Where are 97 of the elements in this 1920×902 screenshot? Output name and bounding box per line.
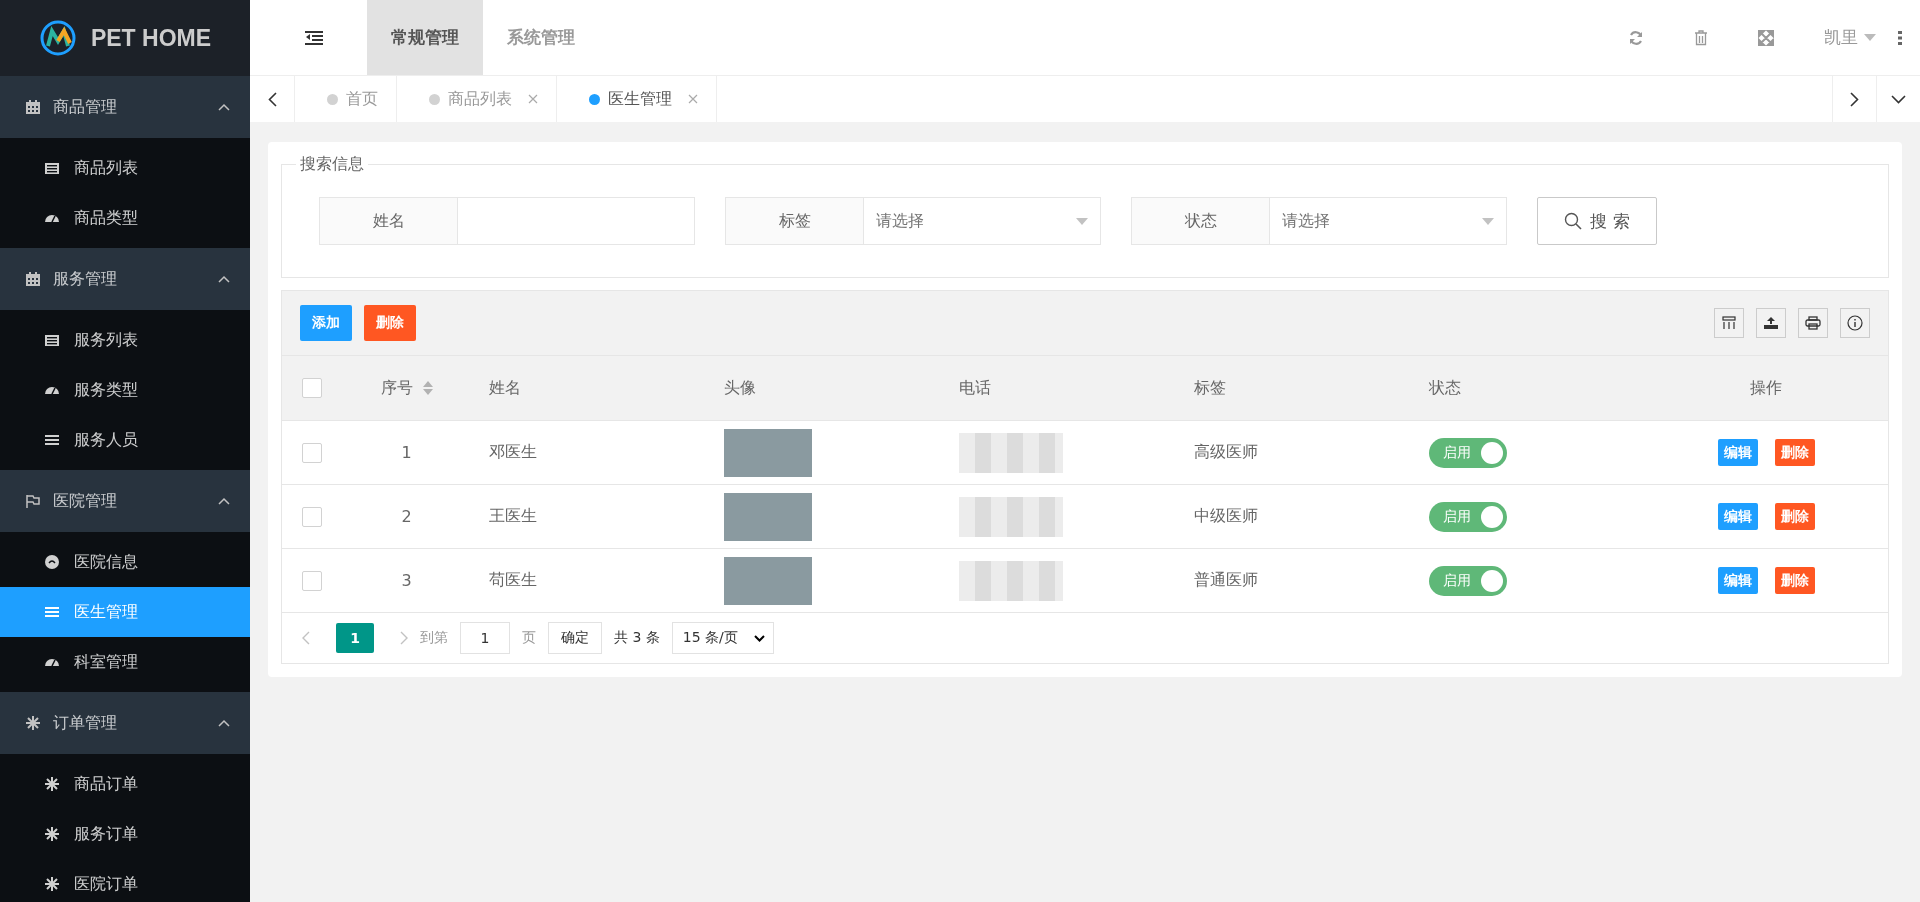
table-cell: 邓医生 [489, 442, 537, 463]
page-tab[interactable]: 医生管理 [557, 76, 717, 122]
chevron-icon [218, 497, 230, 505]
table-cell: 中级医师 [1194, 506, 1258, 527]
sort-icon[interactable] [422, 381, 433, 395]
sidebar-group[interactable]: 订单管理 [0, 692, 250, 754]
table-cell: 2 [401, 507, 412, 526]
row-action-button[interactable]: 删除 [1774, 503, 1815, 530]
sidebar-item[interactable]: 服务类型 [0, 365, 250, 415]
chevron-icon [218, 103, 230, 111]
calendar-icon [25, 271, 41, 287]
status-dot [589, 93, 600, 105]
table-cell: 王医生 [489, 506, 537, 527]
info-button[interactable] [1840, 308, 1870, 338]
total-count: 共 3 条 [614, 629, 660, 647]
printer-icon [1805, 316, 1821, 330]
sidebar-item[interactable]: 服务订单 [0, 809, 250, 859]
page-tab[interactable]: 商品列表 [397, 76, 557, 122]
checkbox[interactable] [302, 570, 322, 591]
sidebar-group[interactable]: 医院管理 [0, 470, 250, 532]
chevron-right-icon[interactable] [400, 631, 408, 645]
refresh-icon[interactable] [1628, 29, 1644, 46]
list-icon [44, 160, 60, 176]
sidebar-item[interactable]: 服务列表 [0, 315, 250, 365]
flag-icon [25, 493, 41, 509]
chevron-right-icon [1850, 91, 1859, 107]
export-button[interactable] [1756, 308, 1786, 338]
sidebar-item[interactable]: 商品订单 [0, 759, 250, 809]
more-icon[interactable] [1898, 30, 1902, 45]
column-header: 操作 [1750, 377, 1782, 399]
calendar-icon [25, 99, 41, 115]
goto-label: 到第 [420, 629, 448, 647]
logo-icon [38, 19, 77, 57]
table-cell: 1 [401, 443, 412, 462]
status-dot [327, 93, 338, 105]
sidebar-item[interactable]: 医院订单 [0, 859, 250, 902]
trash-icon[interactable] [1694, 29, 1708, 46]
chevron-down-icon [753, 634, 765, 642]
sidebar-group[interactable]: 服务管理 [0, 248, 250, 310]
snowflake-icon [25, 715, 41, 731]
info-icon [1847, 315, 1863, 331]
close-icon[interactable] [688, 94, 698, 104]
fullscreen-icon[interactable] [1758, 29, 1774, 46]
sidebar-item[interactable]: 服务人员 [0, 415, 250, 465]
export-icon [1763, 316, 1779, 330]
sidebar-item[interactable]: 商品类型 [0, 193, 250, 243]
column-header: 姓名 [489, 377, 521, 399]
search-button[interactable]: 搜 索 [1537, 197, 1657, 245]
column-header: 标签 [1194, 377, 1226, 399]
chevron-left-icon [267, 91, 277, 107]
column-header: 状态 [1429, 377, 1461, 399]
search-icon [1564, 212, 1583, 230]
columns-button[interactable] [1714, 308, 1744, 338]
column-header: 序号 [380, 377, 413, 399]
page-size-select[interactable]: 15 条/页 [671, 622, 774, 654]
page-input[interactable]: 1 [460, 622, 510, 654]
status-dot [429, 93, 440, 105]
page-unit-label: 页 [522, 629, 536, 647]
search-legend: 搜索信息 [296, 154, 368, 175]
logo-title: PET HOME [90, 24, 212, 52]
caret-icon [1864, 34, 1876, 41]
sidebar-group[interactable]: 商品管理 [0, 76, 250, 138]
bars-icon [44, 432, 60, 448]
page-button[interactable]: 1 [336, 623, 374, 653]
table-cell: 苟医生 [489, 570, 537, 591]
table-cell: 高级医师 [1194, 442, 1258, 463]
checkbox[interactable] [302, 442, 322, 463]
close-icon[interactable] [528, 94, 538, 104]
row-action-button[interactable]: 删除 [1774, 567, 1815, 594]
top-menu-tab[interactable]: 常规管理 [367, 0, 483, 75]
row-action-button[interactable]: 删除 [1774, 439, 1815, 466]
print-button[interactable] [1798, 308, 1828, 338]
page-tab[interactable]: 首页 [295, 76, 397, 122]
table-cell: 3 [401, 571, 412, 590]
snowflake-icon [44, 826, 60, 842]
circle-icon [44, 554, 60, 570]
sidebar-item[interactable]: 科室管理 [0, 637, 250, 687]
sidebar-item[interactable]: 医院信息 [0, 537, 250, 587]
snowflake-icon [44, 776, 60, 792]
columns-icon [1722, 316, 1736, 330]
column-header: 头像 [724, 377, 756, 399]
toolbar-button[interactable]: 删除 [364, 305, 416, 341]
table-cell: 普通医师 [1194, 570, 1258, 591]
checkbox[interactable] [302, 506, 322, 527]
chevron-icon [218, 275, 230, 283]
chevron-down-icon [1891, 94, 1906, 104]
user-menu[interactable]: 凯里 [1824, 26, 1876, 49]
checkbox[interactable] [302, 378, 322, 398]
snowflake-icon [44, 876, 60, 892]
chevron-left-icon[interactable] [302, 631, 310, 645]
list-icon [44, 332, 60, 348]
sidebar-item[interactable]: 商品列表 [0, 143, 250, 193]
bars-icon [44, 604, 60, 620]
column-header: 电话 [959, 377, 991, 399]
confirm-button[interactable]: 确定 [548, 622, 602, 654]
chevron-icon [218, 719, 230, 727]
menu-icon[interactable] [305, 30, 323, 45]
